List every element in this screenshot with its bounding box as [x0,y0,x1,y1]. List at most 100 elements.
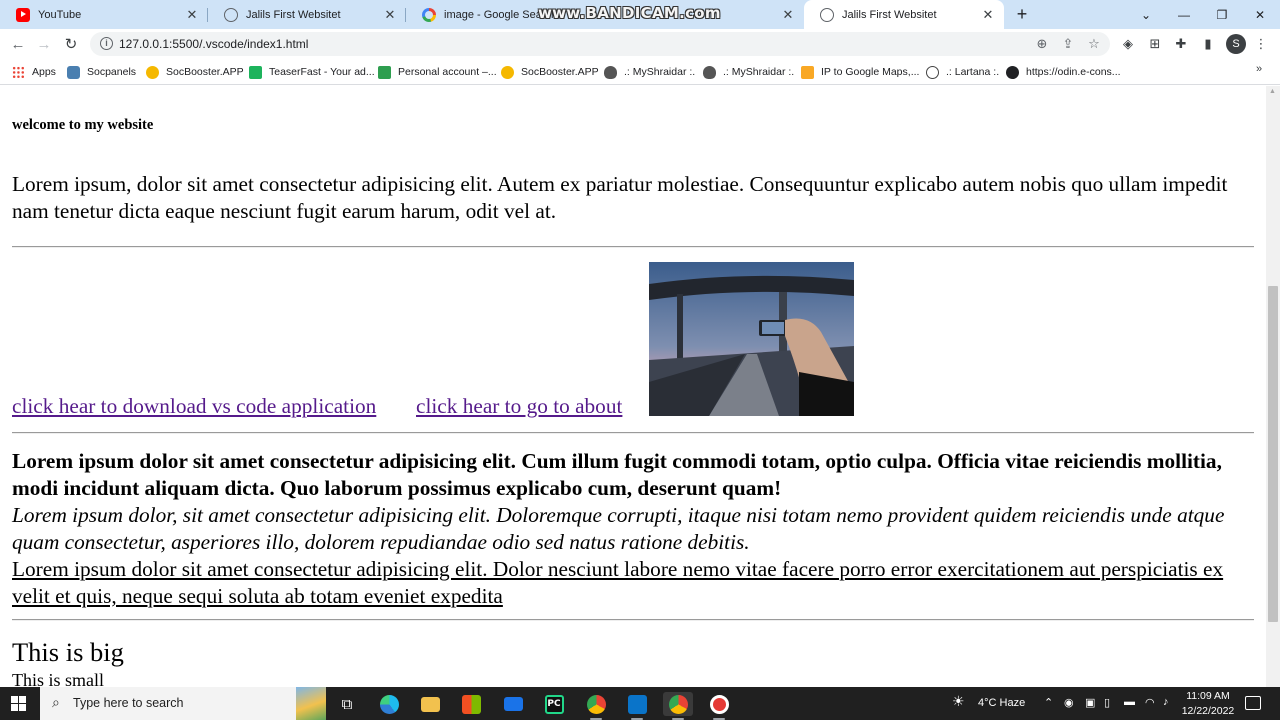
wifi-icon[interactable]: ◠ [1145,696,1155,709]
bookmark-label: TeaserFast - Your ad... [269,66,375,78]
alien-icon [604,65,617,79]
file-explorer-icon[interactable] [415,692,445,716]
page-scrollbar[interactable]: ▲ [1266,86,1280,687]
tab-title: Jalils First Websitet [842,8,937,21]
extension-diamond-icon[interactable]: ◈ [1119,35,1137,53]
share-icon[interactable]: ⇪ [1059,35,1077,53]
bookmark-label: https://odin.e-cons... [1026,66,1121,78]
bookmark-socbooster[interactable]: SocBooster.APP [146,64,244,80]
folder-icon [378,65,391,79]
bookmark-label: SocBooster.APP [521,66,599,78]
volume-icon[interactable]: ♪ [1163,696,1169,708]
globe-icon [820,7,834,22]
bookmark-personal-account[interactable]: Personal account –... [378,64,497,80]
alien-icon [703,65,716,79]
close-tab-icon[interactable]: ✕ [980,7,996,23]
record-status-icon[interactable]: ◉ [1064,696,1074,709]
ip-icon [801,65,814,79]
close-window-button[interactable]: ✕ [1241,0,1279,29]
horizontal-rule [12,432,1254,434]
scroll-up-arrow-icon[interactable]: ▲ [1269,88,1276,95]
socpanels-icon [67,65,80,79]
bridge-road-photo [649,262,854,416]
taskbar-search-box[interactable]: ⌕ Type here to search [40,687,326,720]
close-tab-icon[interactable]: ✕ [382,7,398,23]
minimize-button[interactable]: — [1165,0,1203,29]
extension-robot-icon[interactable]: ⊞ [1146,35,1164,53]
bookmark-teaserfast[interactable]: TeaserFast - Your ad... [249,64,375,80]
search-highlight-image [296,687,326,720]
bookmarks-overflow-icon[interactable]: » [1256,63,1262,75]
search-icon: ⌕ [52,694,60,710]
camera-icon[interactable]: ▣ [1085,696,1095,709]
about-link[interactable]: click hear to go to about [416,394,622,419]
url-text[interactable]: 127.0.0.1:5500/.vscode/index1.html [119,37,308,51]
bookmark-label: .: Lartana :. [946,66,1000,78]
notifications-icon[interactable] [1245,696,1261,710]
zoom-icon[interactable]: ⊕ [1033,35,1051,53]
chrome-active-icon[interactable] [663,692,693,720]
edge-icon[interactable] [374,692,404,716]
browser-toolbar: ← → ↻ i 127.0.0.1:5500/.vscode/index1.ht… [0,29,1280,59]
scrollbar-thumb[interactable] [1268,286,1278,622]
mail-icon[interactable] [498,692,528,716]
bookmark-socpanels[interactable]: Socpanels [67,64,136,80]
bookmark-myshraidar[interactable]: .: MyShraidar :. [604,64,695,80]
new-tab-button[interactable]: + [1012,5,1032,25]
profile-avatar[interactable]: S [1226,34,1246,54]
back-button[interactable]: ← [6,32,30,56]
tab-jalils-first-website-active[interactable]: Jalils First Websitet ✕ [804,0,1004,29]
bookmark-socbooster-2[interactable]: SocBooster.APP [501,64,599,80]
tab-search-chevron-icon[interactable]: ⌄ [1127,0,1165,29]
pycharm-icon[interactable]: PC [539,692,569,716]
store-icon[interactable] [456,692,486,716]
weather-text[interactable]: 4°C Haze [978,697,1025,709]
youtube-icon [16,7,30,22]
bookmark-myshraidar-2[interactable]: .: MyShraidar :. [703,64,794,80]
tab-title: Jalils First Websitet [246,8,341,21]
bookmark-ip-to-google-maps[interactable]: IP to Google Maps,... [801,64,919,80]
close-tab-icon[interactable]: ✕ [184,7,200,23]
vscode-icon[interactable] [622,692,652,720]
windows-start-icon[interactable] [11,696,27,712]
site-info-icon[interactable]: i [100,37,113,50]
reload-button[interactable]: ↻ [59,32,83,56]
coin-icon [146,65,159,79]
search-placeholder: Type here to search [73,696,184,710]
page-viewport: welcome to my website Lorem ipsum, dolor… [0,86,1266,687]
battery-icon[interactable]: ▬ [1124,696,1135,708]
italic-paragraph: Lorem ipsum dolor, sit amet consectetur … [12,503,1225,554]
address-bar[interactable]: i 127.0.0.1:5500/.vscode/index1.html ⊕ ⇪… [90,32,1110,56]
bookmark-star-icon[interactable]: ☆ [1085,35,1103,53]
tray-overflow-chevron-icon[interactable]: ⌃ [1044,696,1053,709]
bookmark-lartana[interactable]: .: Lartana :. [926,64,999,80]
apps-grid-icon [12,65,25,79]
bookmark-label: IP to Google Maps,... [821,66,920,78]
bookmark-label: Personal account –... [398,66,497,78]
tab-jalils-first-website[interactable]: Jalils First Websitet ✕ [208,0,406,29]
weather-sun-icon[interactable]: ☀ [952,693,965,710]
tab-youtube[interactable]: YouTube ✕ [0,0,208,29]
bookmark-label: SocBooster.APP [166,66,244,78]
download-vscode-link[interactable]: click hear to download vs code applicati… [12,394,376,419]
bookmark-odin[interactable]: https://odin.e-cons... [1006,64,1121,80]
side-panel-icon[interactable]: ▮ [1199,35,1217,53]
forward-button[interactable]: → [32,32,56,56]
task-view-icon[interactable]: ⧉ [332,692,362,716]
menu-kebab-icon[interactable]: ⋮ [1252,35,1270,53]
intro-paragraph: Lorem ipsum, dolor sit amet consectetur … [12,172,1228,223]
maximize-button[interactable]: ❐ [1203,0,1241,29]
mic-icon[interactable]: ▯ [1104,696,1110,709]
chrome-icon[interactable] [581,692,611,720]
tab-title: YouTube [38,8,82,21]
bandicam-watermark: www.BANDICAM.com [538,4,721,22]
windows-taskbar: ⌕ Type here to search ⧉ PC ☀ 4°C Haze ⌃ … [0,687,1280,720]
clock-date[interactable]: 12/22/2022 [1180,705,1236,717]
globe-icon [1006,65,1019,79]
bandicam-record-icon[interactable] [704,692,734,720]
bookmark-apps[interactable]: Apps [12,64,56,80]
clock-time[interactable]: 11:09 AM [1180,690,1236,702]
horizontal-rule [12,246,1254,248]
close-tab-icon[interactable]: ✕ [780,7,796,23]
extensions-puzzle-icon[interactable]: ✚ [1172,35,1190,53]
